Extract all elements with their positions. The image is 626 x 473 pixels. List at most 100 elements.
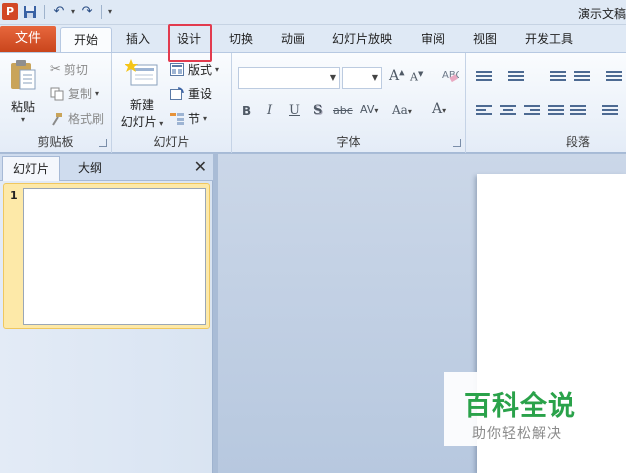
decrease-indent-icon[interactable] xyxy=(550,71,566,83)
underline-button[interactable]: U xyxy=(289,103,300,118)
undo-icon[interactable]: ↶ xyxy=(51,4,67,20)
section-button[interactable]: 节 ▾ xyxy=(170,110,207,127)
ribbon-tabs: 文件 开始 插入 设计 切换 动画 幻灯片放映 审阅 视图 开发工具 xyxy=(0,25,626,52)
shadow-button[interactable]: S xyxy=(313,103,322,118)
strikethrough-button[interactable]: abc xyxy=(333,104,353,117)
align-center-icon[interactable] xyxy=(500,105,516,117)
tab-view[interactable]: 视图 xyxy=(462,27,508,52)
watermark: 百科全说 助你轻松解决 xyxy=(444,372,606,446)
tab-file[interactable]: 文件 xyxy=(0,26,56,52)
dialog-launcher-icon[interactable] xyxy=(99,139,107,147)
font-name-dropdown-icon[interactable]: ▼ xyxy=(330,73,336,82)
pane-tab-slides[interactable]: 幻灯片 xyxy=(2,156,60,181)
font-size-dropdown-icon[interactable]: ▼ xyxy=(372,73,378,82)
new-slide-label-2: 幻灯片 ▾ xyxy=(120,115,164,129)
design-tab-highlight xyxy=(168,24,212,62)
separator xyxy=(44,4,45,19)
case-dropdown-icon: ▾ xyxy=(407,107,412,116)
cut-button[interactable]: ✂ 剪切 xyxy=(50,61,88,78)
align-right-icon[interactable] xyxy=(524,105,540,117)
font-group-label: 字体 xyxy=(336,135,361,149)
justify-icon[interactable] xyxy=(548,105,564,117)
tab-animations[interactable]: 动画 xyxy=(270,27,316,52)
new-slide-label-1: 新建 xyxy=(129,98,154,112)
watermark-subtitle: 助你轻松解决 xyxy=(472,426,562,442)
font-name-combo[interactable]: ▼ xyxy=(238,67,340,89)
clipboard-group: 粘贴 ▾ ✂ 剪切 复制 ▾ 格式刷 剪贴板 xyxy=(0,53,112,153)
save-icon[interactable] xyxy=(22,4,38,20)
tab-transitions[interactable]: 切换 xyxy=(218,27,264,52)
section-label: 节 xyxy=(188,112,201,126)
layout-icon xyxy=(170,62,185,77)
italic-button[interactable]: I xyxy=(267,103,272,118)
layout-label: 版式 xyxy=(188,63,213,77)
layout-button[interactable]: 版式 ▾ xyxy=(170,61,219,78)
clear-format-icon[interactable]: ABC xyxy=(441,67,463,87)
section-dropdown-icon: ▾ xyxy=(203,114,208,123)
grow-font-button[interactable]: A▲ xyxy=(389,68,405,84)
clipboard-group-label: 剪贴板 xyxy=(37,135,74,149)
font-color-button[interactable]: A▾ xyxy=(432,101,446,117)
font-dialog-launcher-icon[interactable] xyxy=(453,139,461,147)
paste-icon xyxy=(6,59,40,94)
quick-access-toolbar: P ↶ ▾ ↷ ▾ xyxy=(2,3,112,20)
change-case-button[interactable]: Aa▾ xyxy=(392,103,412,117)
numbering-icon[interactable] xyxy=(508,71,524,83)
slide-number: 1 xyxy=(10,189,18,202)
pane-tabs: 幻灯片 大纲 ✕ xyxy=(0,154,213,181)
reset-button[interactable]: 重设 xyxy=(170,85,212,102)
align-left-icon[interactable] xyxy=(476,105,492,117)
line-spacing-icon[interactable] xyxy=(606,71,622,83)
copy-icon xyxy=(50,87,65,101)
font-size-combo[interactable]: ▼ xyxy=(342,67,382,89)
customize-qat-icon[interactable]: ▾ xyxy=(108,7,112,16)
copy-button[interactable]: 复制 ▾ xyxy=(50,85,99,102)
shrink-font-button[interactable]: A▼ xyxy=(410,70,423,84)
title-bar: P ↶ ▾ ↷ ▾ 演示文稿 xyxy=(0,0,626,25)
tab-developer[interactable]: 开发工具 xyxy=(515,27,583,52)
slide-thumbnail[interactable] xyxy=(23,188,206,325)
font-color-dropdown-icon: ▾ xyxy=(442,106,447,115)
character-spacing-button[interactable]: AV▾ xyxy=(360,103,378,116)
separator xyxy=(101,4,103,19)
tab-slideshow[interactable]: 幻灯片放映 xyxy=(322,27,402,52)
redo-icon[interactable]: ↷ xyxy=(79,4,95,20)
reset-label: 重设 xyxy=(188,87,213,101)
tab-home[interactable]: 开始 xyxy=(60,27,112,52)
pane-tab-outline[interactable]: 大纲 xyxy=(62,156,118,181)
slide-thumbnail-item[interactable]: 1 xyxy=(3,183,210,329)
increase-indent-icon[interactable] xyxy=(574,71,590,83)
powerpoint-icon[interactable]: P xyxy=(2,3,18,20)
slides-pane: 幻灯片 大纲 ✕ 1 xyxy=(0,154,213,473)
scissors-icon: ✂ xyxy=(50,62,61,77)
section-icon xyxy=(170,112,185,126)
slides-group-label: 幻灯片 xyxy=(153,135,190,149)
tab-review[interactable]: 审阅 xyxy=(410,27,456,52)
columns-icon[interactable] xyxy=(602,105,618,117)
distributed-icon[interactable] xyxy=(570,105,586,117)
spacing-dropdown-icon: ▾ xyxy=(374,106,379,115)
new-slide-button[interactable]: 新建 幻灯片 ▾ xyxy=(118,59,166,130)
copy-dropdown-icon: ▾ xyxy=(95,89,100,98)
paste-dropdown-icon: ▾ xyxy=(20,115,25,124)
paste-label: 粘贴 xyxy=(10,100,35,114)
cut-label: 剪切 xyxy=(63,63,88,77)
brush-icon xyxy=(50,112,65,126)
undo-dropdown-icon[interactable]: ▾ xyxy=(71,7,75,16)
copy-label: 复制 xyxy=(68,87,93,101)
new-slide-icon xyxy=(118,59,166,92)
slides-group: 新建 幻灯片 ▾ 版式 ▾ 重设 节 ▾ 幻灯片 xyxy=(112,53,232,153)
paste-button[interactable]: 粘贴 ▾ xyxy=(6,59,40,124)
bullets-icon[interactable] xyxy=(476,71,492,83)
bold-button[interactable]: B xyxy=(242,104,251,118)
window-title: 演示文稿 xyxy=(577,7,626,21)
watermark-title: 百科全说 xyxy=(464,391,576,422)
format-painter-label: 格式刷 xyxy=(68,112,105,126)
new-slide-dropdown-icon: ▾ xyxy=(156,119,164,128)
ribbon: 粘贴 ▾ ✂ 剪切 复制 ▾ 格式刷 剪贴板 新建 幻灯片 ▾ 版式 ▾ 重设 … xyxy=(0,52,626,153)
paragraph-group: 段落 xyxy=(466,53,626,153)
format-painter-button[interactable]: 格式刷 xyxy=(50,110,104,127)
paragraph-group-label: 段落 xyxy=(566,135,591,149)
close-icon[interactable]: ✕ xyxy=(194,157,207,176)
tab-insert[interactable]: 插入 xyxy=(114,27,162,52)
